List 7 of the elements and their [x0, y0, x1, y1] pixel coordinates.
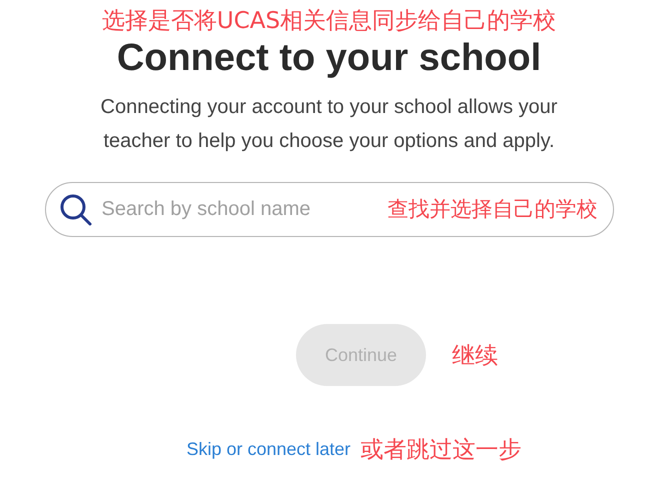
description-text: Connecting your account to your school allows your teacher to help you choose your options and apply. [100, 95, 558, 154]
skip-link[interactable]: Skip or connect later [186, 439, 351, 460]
annotation-text: 选择是否将UCAS相关信息同步给自己的学校 [102, 7, 556, 36]
annotation-text: 继续 [452, 342, 498, 370]
search-icon [58, 193, 92, 227]
page-title: Connect to your school [116, 36, 542, 80]
annotation-text: 或者跳过这一步 [360, 436, 522, 465]
